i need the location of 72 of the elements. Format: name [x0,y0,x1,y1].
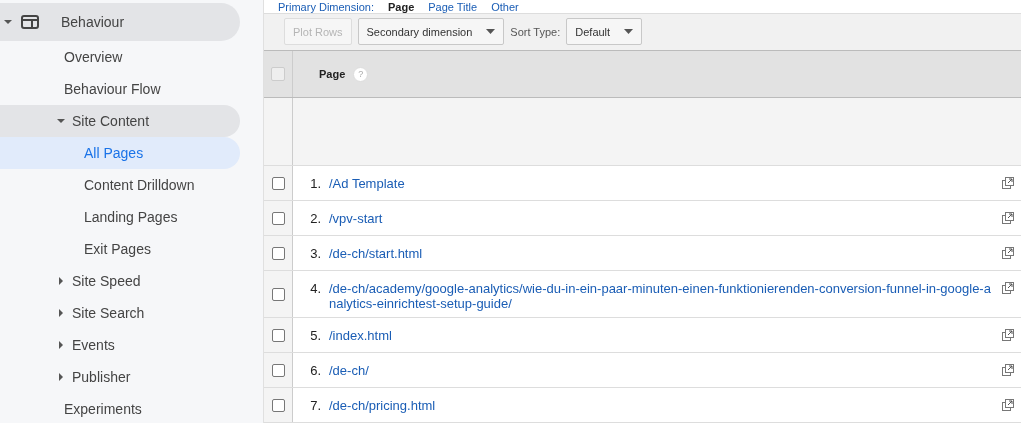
dimension-option[interactable]: Page Title [428,1,478,13]
nav-label: Site Search [72,305,145,321]
nav-item[interactable]: Exit Pages [0,233,240,265]
row-number: 6. [309,362,321,380]
row-number: 4. [309,280,321,298]
external-link-icon[interactable] [1002,177,1014,189]
nav-label: Overview [64,49,123,65]
nav-item[interactable]: Publisher [0,361,240,393]
row-checkbox[interactable] [271,328,285,342]
nav-item[interactable]: Site Speed [0,265,240,297]
nav-label: Experiments [64,401,142,417]
external-link-icon[interactable] [1002,212,1014,224]
page-link[interactable]: /vpv-start [321,201,1002,235]
page-link[interactable]: /Ad Template [321,166,1002,200]
row-number: 1. [309,175,321,193]
nav-label: Behaviour Flow [64,81,161,97]
nav-label: Site Speed [72,273,141,289]
caret-right-icon [57,277,65,285]
nav-label: Site Content [72,113,150,129]
nav-item[interactable]: Content Drilldown [0,169,240,201]
caret-down-icon [57,117,65,125]
external-link-icon[interactable] [1002,282,1014,294]
nav-item[interactable]: Experiments [0,393,240,423]
external-link-icon[interactable] [1002,247,1014,259]
row-checkbox[interactable] [271,176,285,190]
nav-item[interactable]: Behaviour [0,3,240,41]
nav-item[interactable]: Landing Pages [0,201,240,233]
caret-down-icon [624,29,634,35]
external-link-icon[interactable] [1002,329,1014,341]
page-link[interactable]: /de-ch/academy/google-analytics/wie-du-in-ein-paar-minuten-einen-funktionierenden-conversion-funnel-in-google-analytics-einrichtest-setup-guide/ [321,271,1002,317]
nav-label: Behaviour [61,14,125,30]
row-checkbox[interactable] [271,398,285,412]
caret-right-icon [57,341,65,349]
caret-right-icon [57,309,65,317]
page-link[interactable]: /de-ch/start.html [321,236,1002,270]
nav-label: Landing Pages [84,209,178,225]
sort-type-dropdown[interactable]: Default [566,18,643,46]
row-number: 3. [309,245,321,263]
page-link[interactable]: /de-ch/ [321,353,1002,387]
select-all-checkbox[interactable] [271,67,285,81]
row-number: 7. [309,397,321,415]
nav-item[interactable]: Events [0,329,240,361]
row-number: 5. [309,327,321,345]
primary-dimension-label: Primary Dimension: [278,1,374,13]
page-link[interactable]: /de-ch/pricing.html [321,388,1002,422]
row-number: 2. [309,210,321,228]
caret-down-icon [4,18,12,26]
external-link-icon[interactable] [1002,399,1014,411]
nav-label: All Pages [84,145,144,161]
nav-label: Content Drilldown [84,177,195,193]
nav-item[interactable]: Site Search [0,297,240,329]
external-link-icon[interactable] [1002,364,1014,376]
nav-label: Events [72,337,115,353]
nav-item[interactable]: Behaviour Flow [0,73,240,105]
nav-item[interactable]: All Pages [0,137,240,169]
dimension-option[interactable]: Page [387,1,415,13]
row-checkbox[interactable] [271,363,285,377]
nav-label: Publisher [72,369,131,385]
caret-right-icon [57,373,65,381]
secondary-dimension-dropdown[interactable]: Secondary dimension [357,18,505,46]
page-link[interactable]: /index.html [321,318,1002,352]
nav-item[interactable]: Overview [0,41,240,73]
row-checkbox[interactable] [271,287,285,301]
caret-down-icon [486,29,496,35]
row-checkbox[interactable] [271,211,285,225]
nav-label: Exit Pages [84,241,151,257]
sort-type-label: Sort Type: [510,25,561,38]
dimension-option[interactable]: Other [491,1,519,13]
row-checkbox[interactable] [271,246,285,260]
window-icon [21,15,39,29]
column-header[interactable]: Page [319,68,346,80]
nav-item[interactable]: Site Content [0,105,240,137]
